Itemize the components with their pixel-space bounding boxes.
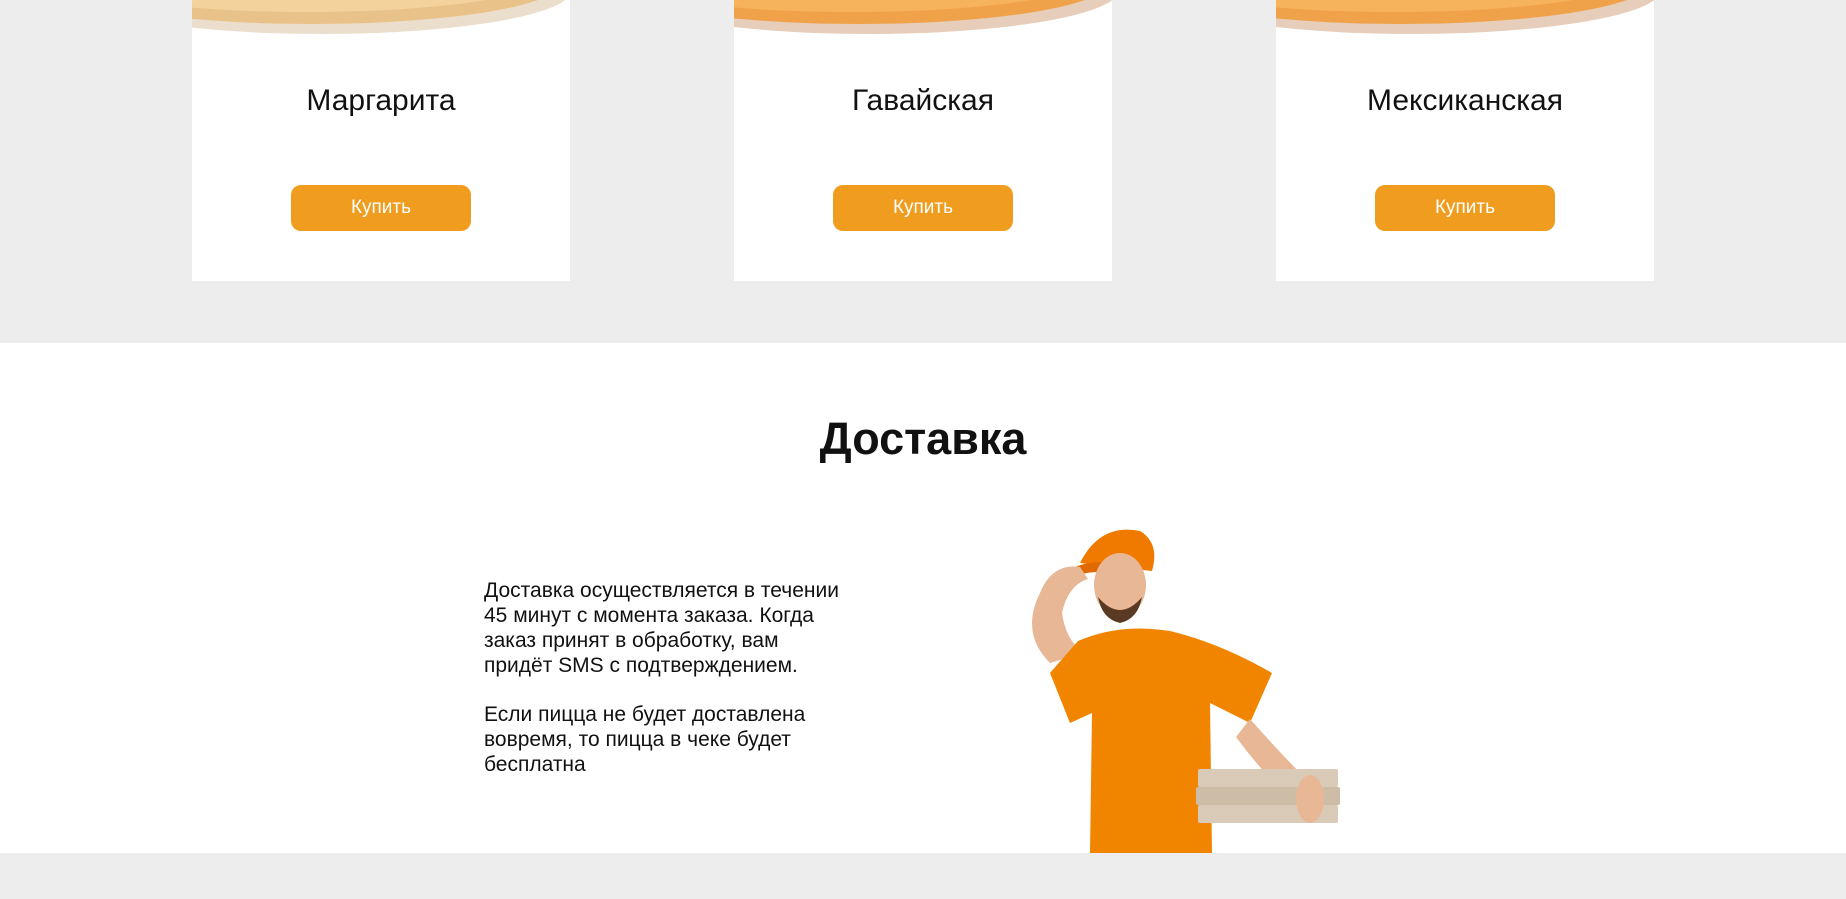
buy-button[interactable]: Купить [833,185,1013,231]
footer-strip [0,853,1846,899]
product-card-margherita: Маргарита Купить [192,0,570,281]
pizza-image [734,0,1112,38]
product-title: Мексиканская [1367,84,1563,117]
buy-button[interactable]: Купить [291,185,471,231]
product-card-hawaiian: Гавайская Купить [734,0,1112,281]
product-title: Гавайская [851,84,994,117]
delivery-section: Доставка Доставка осуществляется в течен… [0,343,1846,853]
buy-button[interactable]: Купить [1375,185,1555,231]
courier-image [980,523,1370,853]
pizza-image [1276,0,1654,38]
pizza-image [192,0,570,38]
delivery-description: Доставка осуществляется в течении 45 мин… [484,578,844,801]
delivery-title: Доставка [819,413,1027,464]
delivery-paragraph: Если пицца не будет доставлена вовремя, … [484,703,806,776]
page: Маргарита Купить Гавайская Купить Мексик… [0,0,1846,899]
pizza-catalog: Маргарита Купить Гавайская Купить Мексик… [0,0,1846,343]
delivery-paragraph: Доставка осуществляется в течении 45 мин… [484,579,839,677]
product-card-mexican: Мексиканская Купить [1276,0,1654,281]
product-title: Маргарита [306,84,456,117]
